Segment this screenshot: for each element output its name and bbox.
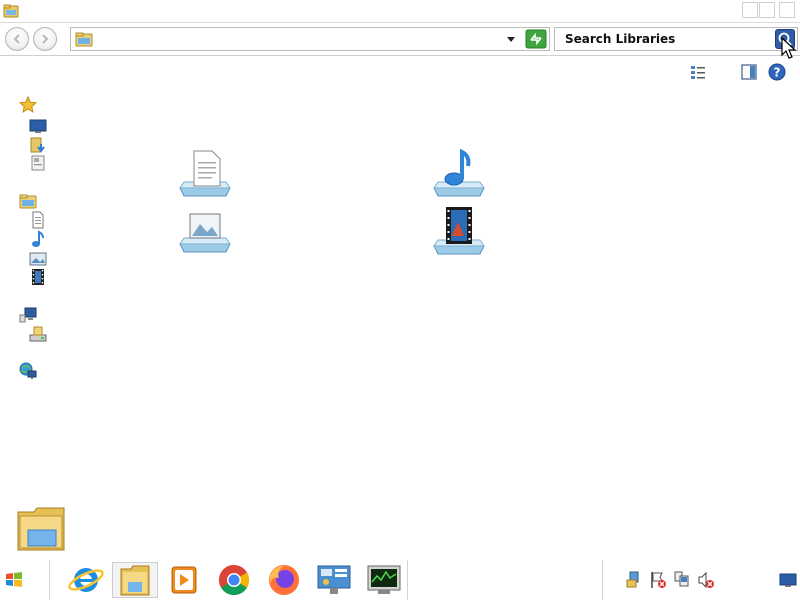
pictures-icon[interactable] bbox=[29, 250, 47, 268]
windows-logo-icon bbox=[6, 572, 22, 587]
taskbar-chrome[interactable] bbox=[212, 562, 256, 598]
svg-text:?: ? bbox=[774, 66, 781, 80]
taskbar-firefox[interactable] bbox=[262, 562, 306, 598]
pictures-library[interactable] bbox=[176, 206, 234, 256]
change-view-icon[interactable] bbox=[689, 63, 707, 81]
taskbar-internet-explorer[interactable] bbox=[64, 562, 108, 598]
volume-muted-icon[interactable] bbox=[697, 571, 715, 589]
media-player-icon bbox=[171, 566, 197, 594]
back-arrow-icon bbox=[13, 34, 20, 44]
flag-icon[interactable] bbox=[649, 571, 667, 589]
documents-library[interactable] bbox=[176, 148, 234, 198]
back-button[interactable] bbox=[5, 27, 29, 51]
refresh-icon bbox=[525, 29, 547, 49]
chevron-down-icon[interactable] bbox=[505, 32, 517, 46]
music-icon[interactable] bbox=[29, 230, 47, 248]
pictures-library-icon bbox=[179, 213, 231, 253]
preview-pane-icon[interactable] bbox=[740, 63, 758, 81]
search-box[interactable]: Search Libraries bbox=[554, 27, 798, 51]
maximize-button[interactable] bbox=[759, 2, 775, 18]
taskbar bbox=[0, 560, 800, 600]
star-icon[interactable] bbox=[19, 96, 37, 114]
taskbar-control-panel[interactable] bbox=[312, 562, 356, 598]
title-bar bbox=[0, 0, 800, 22]
network-status-icon[interactable] bbox=[673, 571, 691, 589]
taskbar-task-manager[interactable] bbox=[362, 562, 406, 598]
libraries-large-icon bbox=[17, 507, 65, 551]
computer-icon[interactable] bbox=[19, 306, 37, 324]
minimize-button[interactable] bbox=[742, 2, 758, 18]
navigation-bar: Search Libraries bbox=[0, 24, 800, 56]
libraries-folder-icon bbox=[75, 32, 93, 47]
show-desktop-icon[interactable] bbox=[779, 571, 797, 589]
refresh-button[interactable] bbox=[525, 29, 547, 49]
system-tray bbox=[602, 560, 800, 600]
downloads-icon[interactable] bbox=[29, 136, 47, 154]
forward-button[interactable] bbox=[33, 27, 57, 51]
desktop-icon[interactable] bbox=[29, 117, 47, 135]
documents-library-icon bbox=[179, 150, 231, 197]
close-button[interactable] bbox=[779, 2, 795, 18]
control-panel-icon bbox=[317, 565, 351, 594]
start-button[interactable] bbox=[0, 560, 50, 600]
music-library[interactable] bbox=[430, 148, 488, 198]
libraries-content bbox=[160, 140, 540, 270]
windows-explorer-icon bbox=[120, 565, 150, 596]
videos-library[interactable] bbox=[430, 206, 488, 256]
search-input[interactable]: Search Libraries bbox=[565, 32, 675, 46]
task-manager-icon bbox=[367, 565, 401, 594]
videos-icon[interactable] bbox=[29, 268, 47, 286]
taskbar-windows-explorer[interactable] bbox=[112, 562, 158, 598]
forward-arrow-icon bbox=[42, 34, 49, 44]
mouse-cursor-icon bbox=[781, 36, 797, 59]
documents-icon[interactable] bbox=[29, 211, 47, 229]
title-divider bbox=[0, 22, 800, 23]
firefox-icon bbox=[269, 565, 299, 595]
network-icon[interactable] bbox=[19, 362, 37, 380]
taskbar-media-player[interactable] bbox=[162, 562, 206, 598]
taskbar-separator bbox=[407, 560, 408, 600]
recent-places-icon[interactable] bbox=[29, 154, 47, 172]
drive-icon[interactable] bbox=[29, 325, 47, 343]
libraries-folder-icon[interactable] bbox=[19, 192, 37, 210]
address-bar[interactable] bbox=[70, 27, 550, 51]
navigation-pane bbox=[0, 95, 60, 395]
music-library-icon bbox=[433, 148, 485, 197]
internet-explorer-icon bbox=[68, 568, 104, 592]
chrome-icon bbox=[218, 565, 250, 596]
help-icon[interactable]: ? bbox=[768, 63, 786, 81]
videos-library-icon bbox=[433, 207, 485, 255]
action-center-icon[interactable] bbox=[625, 571, 643, 589]
folder-icon bbox=[3, 4, 19, 18]
